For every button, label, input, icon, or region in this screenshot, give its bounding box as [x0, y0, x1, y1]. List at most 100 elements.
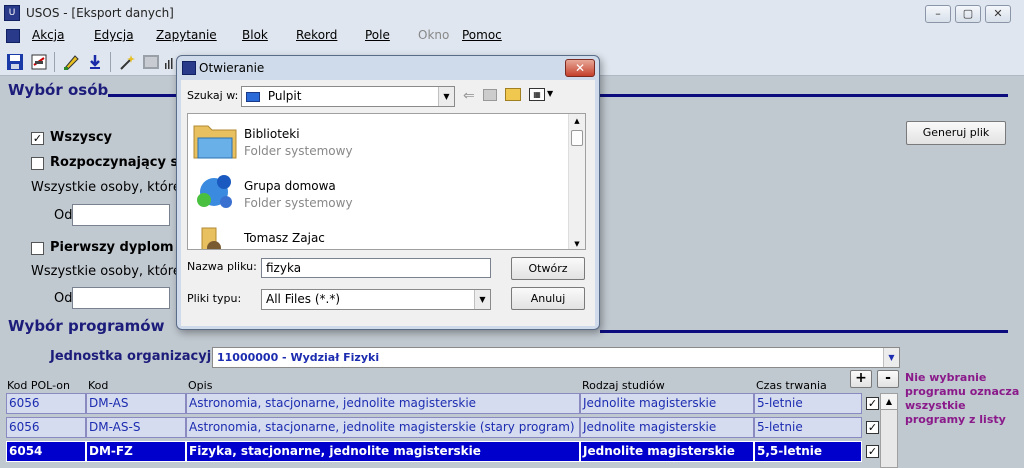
print-icon[interactable]	[30, 53, 48, 71]
note-line-3: wszystkie	[905, 399, 966, 412]
chevron-down-icon[interactable]: ▼	[438, 87, 454, 106]
row-checkbox[interactable]: ✓	[866, 445, 879, 458]
note-line-2: programu oznacza	[905, 385, 1020, 398]
menu-edycja[interactable]: Edycja	[94, 28, 134, 42]
wszyscy-checkbox[interactable]: ✓	[31, 132, 44, 145]
cell-czas[interactable]: 5,5-letnie	[754, 441, 862, 462]
cell-rodzaj[interactable]: Jednolite magisterskie	[580, 417, 754, 438]
jednostka-select[interactable]: 11000000 - Wydział Fizyki ▼	[212, 347, 900, 368]
cell-kod[interactable]: DM-FZ	[86, 441, 186, 462]
scroll-up-icon[interactable]: ▲	[881, 394, 897, 410]
file-type-select[interactable]: All Files (*.*) ▼	[261, 289, 491, 310]
menu-pomoc[interactable]: Pomoc	[462, 28, 502, 42]
cell-rodzaj[interactable]: Jednolite magisterskie	[580, 393, 754, 414]
list-item[interactable]: Biblioteki Folder systemowy	[188, 114, 568, 166]
table-scrollbar[interactable]: ▲	[880, 393, 898, 468]
wszystkie-osoby-text-1: Wszystkie osoby, które r	[31, 180, 191, 195]
cell-kod-polon[interactable]: 6056	[6, 393, 86, 414]
scroll-down-icon[interactable]: ▼	[569, 237, 585, 249]
file-list-scrollbar[interactable]: ▲ ▼	[568, 114, 585, 249]
pliki-typu-label: Pliki typu:	[187, 292, 242, 305]
header-opis: Opis	[188, 379, 213, 392]
od-input-1[interactable]	[72, 204, 170, 226]
cell-czas[interactable]: 5-letnie	[754, 417, 862, 438]
section-divider	[600, 330, 1008, 333]
back-icon[interactable]: ⇐	[463, 88, 475, 104]
cell-kod-polon[interactable]: 6054	[6, 441, 86, 462]
cell-opis[interactable]: Fizyka, stacjonarne, jednolite magisters…	[186, 441, 580, 462]
view-menu-icon[interactable]: ▦	[529, 88, 545, 101]
chevron-down-icon[interactable]: ▼	[474, 290, 490, 309]
filename-input[interactable]: fizyka	[261, 258, 491, 278]
scroll-up-icon[interactable]: ▲	[569, 114, 585, 128]
pierwszy-dyplom-checkbox[interactable]	[31, 242, 44, 255]
dialog-body: Szukaj w: Pulpit ▼ ⇐ ▦ ▼ Biblioteki Fold…	[181, 80, 595, 326]
wand-icon[interactable]	[118, 53, 136, 71]
szukaj-label: Szukaj w:	[187, 89, 239, 102]
header-rodzaj: Rodzaj studiów	[582, 379, 665, 392]
bars-icon	[165, 58, 173, 69]
add-program-button[interactable]: +	[850, 370, 872, 388]
file-name: Tomasz Zajac	[244, 231, 325, 245]
list-item[interactable]: Tomasz Zajac Folder systemowy	[188, 218, 568, 249]
szukaj-select[interactable]: Pulpit ▼	[241, 86, 455, 107]
cell-czas[interactable]: 5-letnie	[754, 393, 862, 414]
row-checkbox[interactable]: ✓	[866, 421, 879, 434]
rozpoczynajacy-checkbox[interactable]	[31, 157, 44, 170]
remove-program-button[interactable]: -	[877, 370, 899, 388]
menu-akcja[interactable]: Akcja	[32, 28, 64, 42]
menu-blok[interactable]: Blok	[242, 28, 268, 42]
open-button[interactable]: Otwórz	[511, 257, 585, 280]
edit-pencil-icon[interactable]	[62, 53, 80, 71]
od-label-2: Od	[54, 291, 73, 306]
menu-zapytanie[interactable]: Zapytanie	[156, 28, 217, 42]
dialog-app-icon	[182, 61, 196, 75]
save-icon[interactable]	[6, 53, 24, 71]
desktop-icon	[246, 91, 260, 102]
cell-kod-polon[interactable]: 6056	[6, 417, 86, 438]
generuj-plik-button[interactable]: Generuj plik	[906, 121, 1006, 145]
app-icon: U	[4, 5, 20, 21]
od-input-2[interactable]	[72, 287, 170, 309]
title-bar: U USOS - [Eksport danych] – ▢ ✕	[0, 0, 1024, 26]
cancel-button[interactable]: Anuluj	[511, 287, 585, 310]
grid-icon[interactable]	[142, 53, 160, 71]
scroll-thumb[interactable]	[571, 130, 583, 146]
dialog-close-button[interactable]: ✕	[565, 59, 595, 77]
chevron-down-icon[interactable]: ▼	[883, 348, 899, 367]
menu-okno: Okno	[418, 28, 450, 42]
header-czas: Czas trwania	[756, 379, 827, 392]
rozpoczynajacy-label: Rozpoczynający st	[50, 155, 185, 170]
cell-rodzaj[interactable]: Jednolite magisterskie	[580, 441, 754, 462]
header-kod: Kod	[88, 379, 109, 392]
maximize-button[interactable]: ▢	[955, 5, 981, 23]
chevron-down-icon[interactable]: ▼	[547, 89, 553, 98]
window-title: USOS - [Eksport danych]	[26, 6, 174, 20]
cell-opis[interactable]: Astronomia, stacjonarne, jednolite magis…	[186, 393, 580, 414]
library-folder-icon	[193, 125, 237, 159]
jednostka-label: Jednostka organizacyjna:	[50, 349, 235, 364]
menu-pole[interactable]: Pole	[365, 28, 390, 42]
cell-kod[interactable]: DM-AS	[86, 393, 186, 414]
homegroup-icon	[197, 175, 232, 208]
file-name: Biblioteki	[244, 127, 300, 141]
menu-rekord[interactable]: Rekord	[296, 28, 337, 42]
dialog-title: Otwieranie	[199, 61, 265, 75]
toolbar-separator	[110, 52, 111, 72]
row-checkbox[interactable]: ✓	[866, 397, 879, 410]
section-title-osoby: Wybór osób	[8, 81, 109, 99]
new-folder-icon[interactable]	[505, 88, 521, 101]
toolbar-separator	[54, 52, 55, 72]
cell-kod[interactable]: DM-AS-S	[86, 417, 186, 438]
file-type: Folder systemowy	[244, 144, 353, 158]
download-arrow-icon[interactable]	[86, 53, 104, 71]
list-item[interactable]: Grupa domowa Folder systemowy	[188, 166, 568, 218]
minimize-button[interactable]: –	[925, 5, 951, 23]
cell-opis[interactable]: Astronomia, stacjonarne, jednolite magis…	[186, 417, 580, 438]
file-list: Biblioteki Folder systemowy Grupa domowa…	[187, 113, 586, 250]
user-folder-icon	[201, 227, 221, 249]
close-window-button[interactable]: ✕	[985, 5, 1011, 23]
nazwa-pliku-label: Nazwa pliku:	[187, 260, 257, 273]
file-type: Folder systemowy	[244, 248, 353, 249]
up-folder-icon[interactable]	[483, 89, 497, 101]
